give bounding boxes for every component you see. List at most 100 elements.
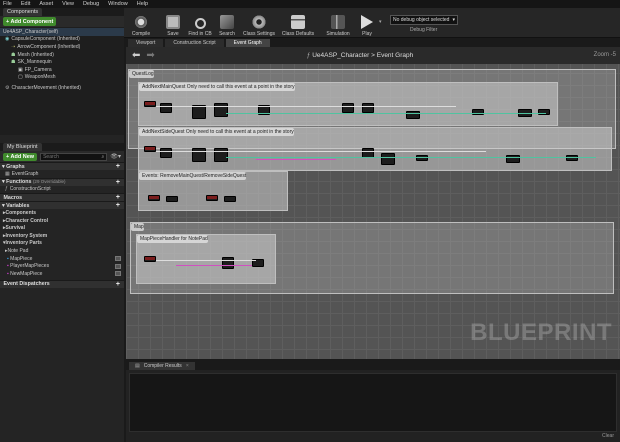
forward-arrow-icon[interactable]: ➡: [146, 50, 154, 61]
variable-node[interactable]: [538, 109, 550, 115]
menu-debug[interactable]: Debug: [83, 1, 99, 7]
add-function-icon[interactable]: +: [116, 179, 120, 186]
comment-remove-quest-events[interactable]: Events: RemoveMainQuest/RemoveSideQuest: [138, 171, 288, 211]
add-dispatcher-icon[interactable]: +: [116, 281, 120, 288]
variable-new-map-piece[interactable]: ▪ NewMapPiece: [0, 270, 124, 278]
component-item[interactable]: ▣ FP_Camera: [0, 66, 124, 74]
menu-edit[interactable]: Edit: [21, 1, 30, 7]
class-settings-icon: [252, 15, 266, 29]
debug-filter-label: Debug Filter: [410, 27, 438, 33]
function-node[interactable]: [381, 153, 395, 165]
view-options-icon[interactable]: 👁▾: [110, 153, 121, 160]
find-in-cb-button[interactable]: Find in CB: [186, 9, 214, 37]
event-dispatchers-section[interactable]: Event Dispatchers +: [0, 279, 124, 288]
function-node[interactable]: [160, 103, 172, 113]
add-variable-icon[interactable]: +: [116, 202, 120, 209]
clear-button[interactable]: Clear: [602, 433, 614, 439]
variable-player-map-pieces[interactable]: ▪ PlayerMapPieces: [0, 262, 124, 270]
construction-script-item[interactable]: ƒ ConstructionScript: [0, 186, 124, 194]
comment-add-next-side-quest[interactable]: AddNextSideQuest Only need to call this …: [138, 127, 612, 171]
event-node[interactable]: [206, 195, 218, 201]
event-graph-item[interactable]: ▦ EventGraph: [0, 170, 124, 178]
compile-button[interactable]: Compile: [128, 9, 154, 37]
variable-node[interactable]: [566, 155, 578, 161]
graph-nav-bar: ⬅ ➡ ƒ Ue4ASP_Character > Event Graph Zoo…: [126, 47, 620, 64]
variable-node[interactable]: [416, 155, 428, 161]
add-graph-icon[interactable]: +: [116, 163, 120, 170]
play-button[interactable]: Play: [356, 9, 378, 37]
blueprint-search-input[interactable]: Search ⌕: [40, 152, 108, 161]
editor-tabs: Viewport Construction Script Event Graph: [124, 38, 620, 47]
function-icon: ƒ: [5, 186, 8, 193]
menu-file[interactable]: File: [3, 1, 12, 7]
component-item[interactable]: ⚙ CharacterMovement (Inherited): [0, 84, 124, 92]
visibility-icon[interactable]: [115, 256, 121, 262]
tab-event-graph[interactable]: Event Graph: [225, 39, 270, 47]
visibility-icon[interactable]: [115, 263, 121, 269]
component-item[interactable]: ☗ Mesh (Inherited): [0, 51, 124, 59]
class-settings-button[interactable]: Class Settings: [242, 9, 276, 37]
play-options-icon[interactable]: ▾: [379, 19, 382, 25]
back-arrow-icon[interactable]: ⬅: [132, 50, 140, 61]
search-button[interactable]: Search: [216, 9, 238, 37]
variables-section[interactable]: ▾ Variables +: [0, 201, 124, 210]
component-root[interactable]: Ue4ASP_Character(self): [0, 28, 124, 36]
component-item[interactable]: ➝ ArrowComponent (Inherited): [0, 43, 124, 51]
menu-asset[interactable]: Asset: [39, 1, 53, 7]
compiler-results-tab[interactable]: ▤ Compiler Results ×: [129, 362, 195, 370]
function-node[interactable]: [192, 105, 206, 119]
data-wire: [226, 157, 596, 158]
add-macro-icon[interactable]: +: [116, 194, 120, 201]
variable-node[interactable]: [472, 109, 484, 115]
menu-window[interactable]: Window: [108, 1, 128, 7]
var-group-inventory-parts[interactable]: ▾ Inventory Parts: [0, 240, 124, 248]
var-group-components[interactable]: ▸ Components: [0, 209, 124, 217]
var-group-inventory-system[interactable]: ▸ Inventory System: [0, 232, 124, 240]
class-defaults-button[interactable]: Class Defaults: [280, 9, 316, 37]
breadcrumb-root[interactable]: Ue4ASP_Character: [312, 52, 369, 59]
functions-section[interactable]: ▾ Functions (29 Overridable) +: [0, 177, 124, 186]
function-node[interactable]: [166, 196, 178, 202]
graph-canvas[interactable]: QuestLog AddNextMainQuest Only need to c…: [126, 49, 620, 359]
function-node[interactable]: [160, 148, 172, 158]
function-node[interactable]: [342, 103, 354, 113]
simulation-button[interactable]: Simulation: [323, 9, 353, 37]
my-blueprint-tab[interactable]: My Blueprint: [3, 143, 42, 151]
object-wire: [256, 159, 336, 160]
my-blueprint-header: My Blueprint: [0, 143, 124, 151]
menu-view[interactable]: View: [62, 1, 74, 7]
var-group-survival[interactable]: ▸ Survival: [0, 224, 124, 232]
add-new-button[interactable]: + Add New: [3, 152, 38, 161]
tab-construction-script[interactable]: Construction Script: [165, 39, 224, 47]
note-pad-group[interactable]: ▸ Note Pad: [0, 247, 124, 255]
compiler-results-list: [129, 373, 617, 432]
visibility-icon[interactable]: [115, 271, 121, 277]
close-icon[interactable]: ×: [186, 363, 189, 369]
components-tab[interactable]: Components: [3, 8, 43, 16]
component-item[interactable]: ▢ WeaponMesh: [0, 74, 124, 82]
macros-section[interactable]: Macros +: [0, 193, 124, 202]
event-node[interactable]: [148, 195, 160, 201]
exec-wire: [156, 260, 256, 261]
event-node[interactable]: [144, 146, 156, 152]
function-node[interactable]: [224, 196, 236, 202]
event-node[interactable]: [144, 101, 156, 107]
function-node[interactable]: [222, 257, 234, 269]
graphs-section[interactable]: ▾ Graphs +: [0, 162, 124, 170]
arrow-icon: ➝: [11, 43, 16, 50]
component-item[interactable]: ☗ SK_Mannequin: [0, 58, 124, 66]
mesh-icon: ☗: [11, 51, 16, 58]
menu-help[interactable]: Help: [137, 1, 148, 7]
blueprint-watermark: BLUEPRINT: [470, 319, 612, 346]
var-group-character-control[interactable]: ▸ Character Control: [0, 217, 124, 225]
function-node[interactable]: [362, 103, 374, 113]
tab-viewport[interactable]: Viewport: [128, 39, 164, 47]
debug-object-select[interactable]: No debug object selected ▾: [390, 15, 458, 25]
event-node[interactable]: [144, 256, 156, 262]
component-item[interactable]: ◉ CapsuleComponent (Inherited): [0, 36, 124, 44]
add-component-button[interactable]: + Add Component: [3, 17, 57, 26]
save-icon: [166, 15, 180, 29]
chevron-down-icon: ▾: [452, 17, 455, 23]
save-button[interactable]: Save: [162, 9, 184, 37]
variable-map-piece[interactable]: ▪ MapPiece: [0, 255, 124, 263]
